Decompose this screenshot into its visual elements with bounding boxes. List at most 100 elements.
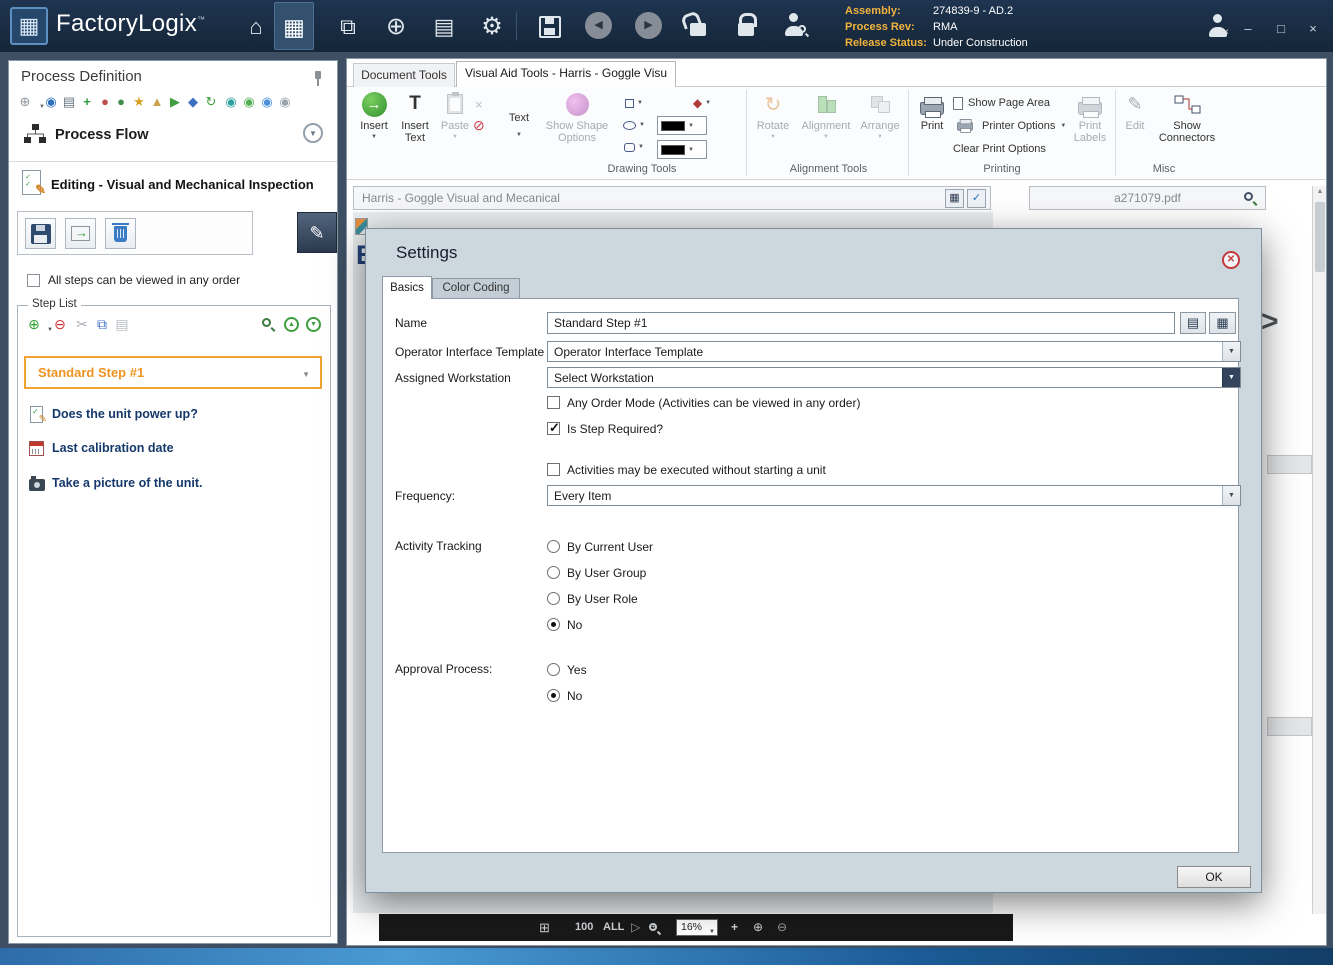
radio-tracking-no[interactable] — [547, 618, 560, 631]
paste-icon[interactable]: ▤ — [114, 316, 130, 332]
globe-icon[interactable]: ◉ — [43, 94, 59, 110]
print-icon[interactable]: ▤ — [61, 94, 77, 110]
rotate-button[interactable]: ↻ Rotate ▼ — [751, 90, 795, 166]
ok-button[interactable]: OK — [1177, 866, 1251, 888]
hand-tool-icon[interactable]: ⊖ — [777, 914, 787, 941]
delete-shape-icon[interactable]: × — [475, 97, 483, 112]
user-red-icon[interactable]: ● — [97, 94, 113, 110]
page-mode-icon[interactable]: ▷ — [631, 914, 640, 941]
arrange-button[interactable]: Arrange ▼ — [855, 90, 905, 166]
show-shape-options-button[interactable]: Show Shape Options — [541, 90, 613, 166]
pan-cross-icon[interactable]: + — [731, 914, 738, 941]
step-item[interactable]: Take a picture of the unit. — [24, 472, 322, 498]
any-order-mode-checkbox[interactable] — [547, 396, 560, 409]
zoom-level-combobox[interactable]: 16% ▼ — [676, 919, 718, 936]
frequency-combobox[interactable]: Every Item ▼ — [547, 485, 1241, 506]
step-item-selected[interactable]: Standard Step #1 ▼ — [24, 356, 322, 389]
printer-options-button[interactable]: Printer Options ▼ — [953, 115, 1066, 137]
radio-approval-no[interactable] — [547, 689, 560, 702]
minimize-button[interactable]: – — [1238, 21, 1258, 36]
logoff-user-icon[interactable]: × — [1206, 14, 1230, 38]
ellipse-shape-button[interactable]: ▼ — [615, 115, 653, 135]
collapse-circle-icon[interactable]: ▼ — [303, 123, 323, 143]
back-icon[interactable]: ◀ — [585, 12, 612, 39]
radio-by-user-role[interactable] — [547, 592, 560, 605]
chevron-down-icon[interactable]: ▼ — [302, 370, 310, 379]
flag-icon[interactable]: ▲ — [149, 94, 165, 110]
vertical-scrollbar[interactable]: ▲ — [1312, 186, 1326, 914]
add-step-icon[interactable]: + — [79, 94, 95, 110]
process-editor-icon[interactable]: ▦ — [274, 2, 314, 50]
add-icon[interactable]: ⊕ — [17, 94, 33, 110]
name-input[interactable] — [547, 312, 1175, 334]
fill-color-picker[interactable]: ▼ — [657, 140, 707, 159]
led-blue-icon[interactable]: ◉ — [259, 94, 275, 110]
step-item[interactable]: Last calibration date — [24, 437, 322, 463]
forward-icon[interactable]: ▶ — [635, 12, 662, 39]
print-button[interactable]: Print — [913, 90, 951, 166]
tab-document-tools[interactable]: Document Tools — [353, 63, 455, 87]
alignment-button[interactable]: Alignment ▼ — [799, 90, 853, 166]
import-button[interactable] — [65, 218, 96, 249]
save-icon[interactable] — [532, 9, 568, 45]
insert-text-button[interactable]: T Insert Text — [395, 90, 435, 166]
name-form-button[interactable]: ▤ — [1180, 312, 1206, 334]
lock-icon[interactable] — [738, 13, 757, 36]
radio-by-user-group[interactable] — [547, 566, 560, 579]
add-step-icon[interactable]: ⊕ — [26, 316, 42, 332]
star-icon[interactable]: ★ — [131, 94, 147, 110]
name-window-button[interactable]: ▦ — [1209, 312, 1236, 334]
remove-step-icon[interactable]: ⊖ — [52, 316, 68, 332]
pin-icon[interactable] — [313, 71, 323, 87]
zoom-in-icon[interactable]: + — [649, 922, 657, 931]
move-down-icon[interactable]: ▼ — [306, 317, 321, 332]
gear-icon[interactable]: ⚙ — [474, 9, 510, 45]
text-dropdown-button[interactable]: Text ▼ — [501, 90, 537, 166]
chevron-down-icon[interactable]: ▼ — [1222, 342, 1240, 361]
zoom-step-icon[interactable] — [262, 318, 271, 327]
diamond-icon[interactable]: ◆ — [185, 94, 201, 110]
news-icon[interactable]: ▤ — [426, 9, 462, 45]
sync-icon[interactable]: ↻ — [203, 94, 219, 110]
chevron-down-icon[interactable]: ▼ — [1222, 368, 1240, 387]
line-color-picker[interactable]: ▼ — [657, 116, 707, 135]
save-process-button[interactable] — [25, 218, 56, 249]
template-combobox[interactable]: Operator Interface Template ▼ — [547, 341, 1241, 362]
run-icon[interactable]: ▶ — [167, 94, 183, 110]
any-order-checkbox[interactable] — [27, 274, 40, 287]
unlock-icon[interactable] — [690, 23, 706, 36]
show-connectors-button[interactable]: Show Connectors — [1155, 90, 1219, 166]
paste-button[interactable]: Paste ▼ — [437, 90, 473, 166]
copy-icon[interactable]: ⧉ — [94, 316, 110, 332]
dialog-close-icon[interactable]: ✕ — [1222, 251, 1240, 269]
without-unit-checkbox[interactable] — [547, 463, 560, 476]
tab-basics[interactable]: Basics — [382, 276, 432, 299]
block-icon[interactable]: ⊘ — [473, 117, 485, 134]
tab-color-coding[interactable]: Color Coding — [432, 278, 520, 299]
move-up-icon[interactable]: ▲ — [284, 317, 299, 332]
edit-button[interactable]: ✎ Edit — [1119, 90, 1151, 166]
print-labels-button[interactable]: Print Labels — [1069, 90, 1111, 166]
find-user-icon[interactable] — [782, 13, 806, 37]
next-page-chevron[interactable]: > — [1261, 305, 1279, 339]
rounded-shape-button[interactable]: ▼ — [615, 137, 653, 157]
process-flow-label[interactable]: Process Flow — [55, 127, 148, 143]
home-icon[interactable]: ⌂ — [238, 9, 274, 45]
checklist-view-button[interactable]: ✓ — [967, 189, 986, 208]
polygon-shape-button[interactable]: ◆ ▼ — [687, 93, 717, 113]
step-item[interactable]: Does the unit power up? — [24, 403, 322, 429]
cut-icon[interactable]: ✂ — [74, 316, 90, 332]
scrollbar-thumb[interactable] — [1315, 202, 1325, 272]
insert-button[interactable]: → Insert ▼ — [355, 90, 393, 166]
scroll-up-icon[interactable]: ▲ — [1313, 188, 1326, 195]
radio-approval-yes[interactable] — [547, 663, 560, 676]
edit-mode-button[interactable]: ✎ — [297, 212, 337, 253]
target-icon[interactable]: ⊕ — [753, 914, 763, 941]
user-green-icon[interactable]: ● — [113, 94, 129, 110]
grid-view-button[interactable]: ▦ — [945, 189, 964, 208]
workstation-combobox[interactable]: Select Workstation ▼ — [547, 367, 1241, 388]
navigator-icon[interactable]: ⊕ — [378, 9, 414, 45]
maximize-button[interactable]: □ — [1271, 21, 1291, 36]
led-teal-icon[interactable]: ◉ — [223, 94, 239, 110]
tab-visual-aid-tools[interactable]: Visual Aid Tools - Harris - Goggle Visu — [456, 61, 676, 87]
